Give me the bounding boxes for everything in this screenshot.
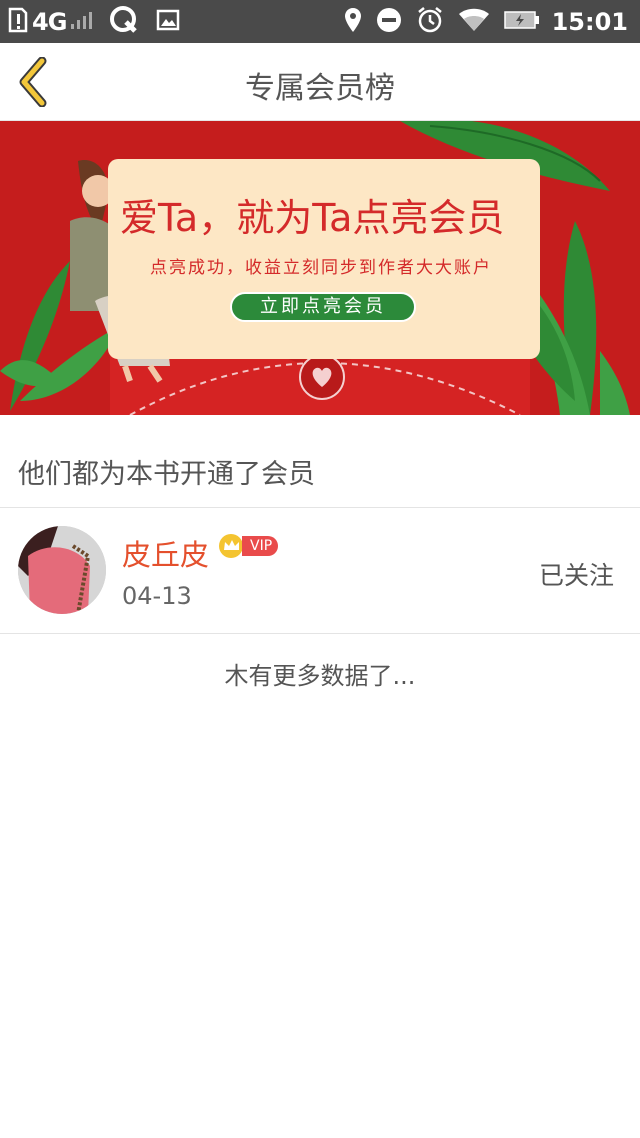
avatar-image [18, 526, 106, 614]
alarm-icon [416, 6, 444, 38]
light-up-vip-button[interactable]: 立即点亮会员 [230, 292, 416, 322]
list-item[interactable]: 皮丘皮 VIP 04-13 已关注 [0, 508, 640, 634]
page-title: 专属会员榜 [245, 71, 395, 106]
vip-promo-banner[interactable]: 爱Ta，就为Ta点亮会员 点亮成功，收益立刻同步到作者大大账户 立即点亮会员 [0, 121, 640, 415]
signal-icon [70, 10, 93, 34]
member-date: 04-13 [122, 582, 192, 610]
wifi-icon [458, 7, 490, 37]
avatar[interactable] [18, 526, 106, 614]
section-title: 他们都为本书开通了会员 [18, 459, 315, 490]
sim-alert-icon [8, 7, 28, 37]
q-app-icon [110, 6, 138, 38]
do-not-disturb-icon [376, 7, 402, 37]
status-bar: 4G 15:01 [0, 0, 640, 43]
app-header: 专属会员榜 [0, 43, 640, 121]
clock: 15:01 [551, 8, 628, 36]
member-name[interactable]: 皮丘皮 [122, 532, 209, 574]
divider [0, 633, 640, 634]
follow-status-button[interactable]: 已关注 [539, 556, 614, 592]
location-icon [344, 7, 362, 37]
vip-label: VIP [242, 536, 279, 556]
banner-title: 爱Ta，就为Ta点亮会员 [120, 196, 505, 240]
battery-icon [503, 10, 540, 34]
vip-badge: VIP [218, 534, 279, 558]
image-icon [156, 9, 180, 35]
banner-subtitle: 点亮成功，收益立刻同步到作者大大账户 [150, 258, 492, 278]
no-more-data-text: 木有更多数据了... [224, 662, 416, 690]
network-type: 4G [32, 8, 67, 36]
